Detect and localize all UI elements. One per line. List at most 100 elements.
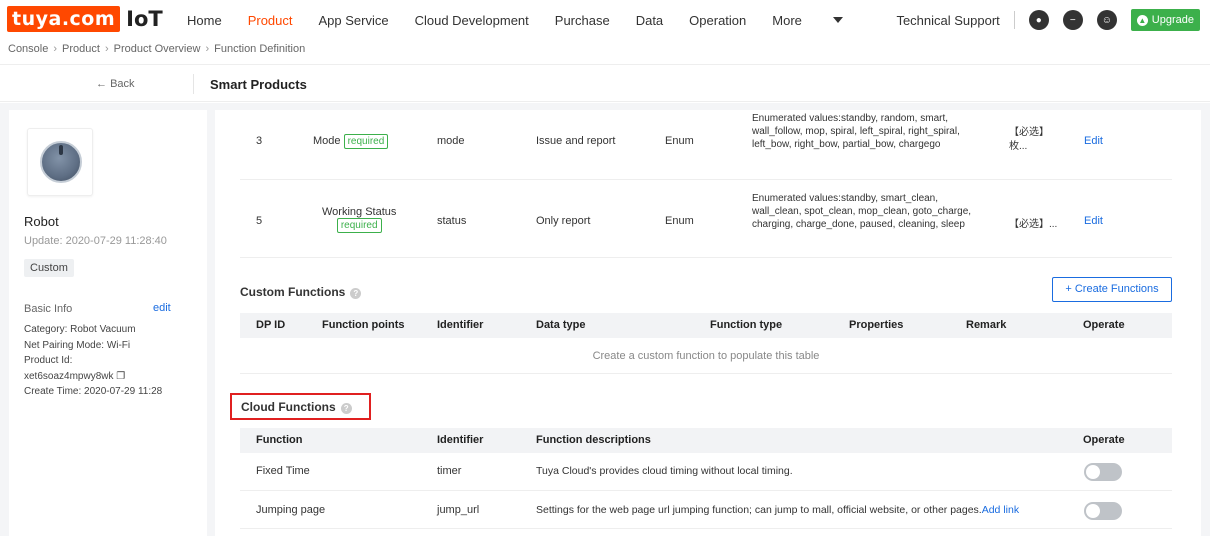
user-icon[interactable]: ☺: [1096, 10, 1117, 30]
function-description: Tuya Cloud's provides cloud timing witho…: [536, 465, 793, 477]
column-header: Remark: [966, 319, 1007, 331]
edit-button[interactable]: Edit: [1084, 135, 1103, 147]
copy-icon[interactable]: ❐: [116, 371, 125, 382]
net-pairing-mode: Net Pairing Mode: Wi-Fi: [24, 340, 131, 351]
header-tools: Technical Support ● − ☺ ▲ Upgrade: [896, 0, 1200, 40]
remark: 【必选】...: [1009, 219, 1058, 230]
robot-vacuum-icon: [40, 141, 82, 183]
edit-basic-info-link[interactable]: edit: [153, 302, 171, 314]
add-link[interactable]: Add link: [982, 504, 1019, 516]
column-header: Operate: [1083, 434, 1125, 446]
create-time: Create Time: 2020-07-29 11:28: [24, 386, 163, 397]
divider: [193, 74, 194, 94]
breadcrumb-product[interactable]: Product: [62, 43, 100, 55]
message-icon[interactable]: −: [1062, 10, 1083, 30]
required-badge: required: [343, 134, 389, 149]
function-name-label: Mode: [313, 135, 341, 147]
identifier: jump_url: [437, 504, 480, 516]
nav-more-label: More: [772, 12, 802, 28]
table-row: 5 Working Status required status Only rep…: [240, 180, 1172, 258]
breadcrumb-product-overview[interactable]: Product Overview: [114, 43, 201, 55]
product-image: [27, 128, 93, 196]
fixed-time-toggle[interactable]: [1084, 463, 1122, 481]
nav-purchase[interactable]: Purchase: [555, 13, 610, 28]
properties: Enumerated values:standby, random, smart…: [752, 113, 960, 150]
cloud-functions-label: Cloud Functions: [241, 400, 336, 414]
technical-support-link[interactable]: Technical Support: [896, 13, 999, 28]
nav-cloud-development[interactable]: Cloud Development: [415, 13, 529, 28]
upgrade-arrow-icon: ▲: [1136, 14, 1148, 26]
identifier: mode: [437, 135, 465, 147]
nav-more[interactable]: More: [772, 13, 869, 28]
back-arrow-icon: ←: [96, 78, 107, 90]
identifier: timer: [437, 465, 462, 477]
properties: Enumerated values:standby, smart_clean, …: [752, 193, 972, 230]
product-id-label: Product Id:: [24, 355, 73, 366]
page-title: Smart Products: [210, 77, 307, 92]
chevron-right-icon: ›: [53, 43, 58, 55]
custom-functions-title: Custom Functions?: [240, 285, 362, 299]
jumping-page-toggle[interactable]: [1084, 502, 1122, 520]
function-name: Jumping page: [256, 504, 326, 516]
breadcrumb-function-definition: Function Definition: [214, 43, 306, 55]
upgrade-label: Upgrade: [1151, 14, 1194, 26]
basic-info-label: Basic Info: [24, 303, 73, 315]
transfer-type: Issue and report: [536, 135, 616, 147]
data-type: Enum: [665, 135, 694, 147]
dp-id: 5: [256, 215, 263, 227]
breadcrumb-console[interactable]: Console: [8, 43, 48, 55]
nav-app-service[interactable]: App Service: [319, 13, 389, 28]
identifier: status: [437, 215, 467, 227]
column-header: Identifier: [437, 434, 484, 446]
iot-logo: IoT: [126, 7, 163, 31]
logo[interactable]: tuya.com IoT: [7, 6, 163, 32]
column-header: DP ID: [256, 319, 286, 331]
function-name: Mode required: [313, 134, 389, 149]
column-header: Function type: [710, 319, 783, 331]
product-sidebar: Robot Update: 2020-07-29 11:28:40 Custom…: [9, 110, 207, 536]
column-header: Properties: [849, 319, 904, 331]
nav-product[interactable]: Product: [248, 13, 293, 28]
function-name-label: Working Status: [322, 206, 397, 218]
dp-id: 3: [256, 135, 263, 147]
product-name: Robot: [24, 214, 59, 229]
column-header: Identifier: [437, 319, 484, 331]
divider: [1013, 11, 1015, 29]
cloud-functions-header: Function Identifier Function description…: [240, 428, 1172, 453]
column-header: Function descriptions: [536, 434, 651, 446]
custom-functions-label: Custom Functions: [240, 285, 346, 299]
tuya-logo: tuya.com: [7, 6, 121, 32]
column-header: Operate: [1083, 319, 1125, 331]
table-row: 3 Mode required mode Issue and report En…: [240, 110, 1172, 180]
table-row: Jumping page jump_url Settings for the w…: [240, 491, 1172, 529]
column-header: Function points: [322, 319, 405, 331]
top-bar: tuya.com IoT Home Product App Service Cl…: [0, 0, 1210, 40]
upgrade-button[interactable]: ▲ Upgrade: [1130, 9, 1200, 31]
function-description-text: Settings for the web page url jumping fu…: [536, 504, 982, 516]
help-icon[interactable]: ?: [350, 288, 362, 299]
back-label: Back: [110, 78, 135, 90]
edit-button[interactable]: Edit: [1084, 215, 1103, 227]
update-time: Update: 2020-07-29 11:28:40: [24, 235, 167, 247]
table-row: Fixed Time timer Tuya Cloud's provides c…: [240, 453, 1172, 491]
function-name: Fixed Time: [256, 465, 310, 477]
function-description: Settings for the web page url jumping fu…: [536, 504, 1019, 516]
remark: 【必选】枚...: [1009, 127, 1044, 152]
product-id: xet6soaz4mpwy8wk: [24, 371, 114, 382]
transfer-type: Only report: [536, 215, 591, 227]
column-header: Function: [256, 434, 303, 446]
nav-data[interactable]: Data: [636, 13, 663, 28]
nav-home[interactable]: Home: [187, 13, 222, 28]
back-button[interactable]: ← Back: [96, 78, 135, 90]
bell-icon[interactable]: ●: [1028, 10, 1049, 30]
custom-functions-header: DP ID Function points Identifier Data ty…: [240, 313, 1172, 338]
required-badge: required: [336, 218, 382, 233]
chevron-right-icon: ›: [205, 43, 210, 55]
custom-tag: Custom: [24, 259, 74, 277]
cloud-functions-title: Cloud Functions?: [241, 400, 352, 414]
create-functions-button[interactable]: + Create Functions: [1052, 277, 1172, 302]
help-icon[interactable]: ?: [340, 403, 352, 414]
chevron-right-icon: ›: [104, 43, 109, 55]
nav-operation[interactable]: Operation: [689, 13, 746, 28]
sub-header: ← Back Smart Products: [0, 64, 1210, 102]
